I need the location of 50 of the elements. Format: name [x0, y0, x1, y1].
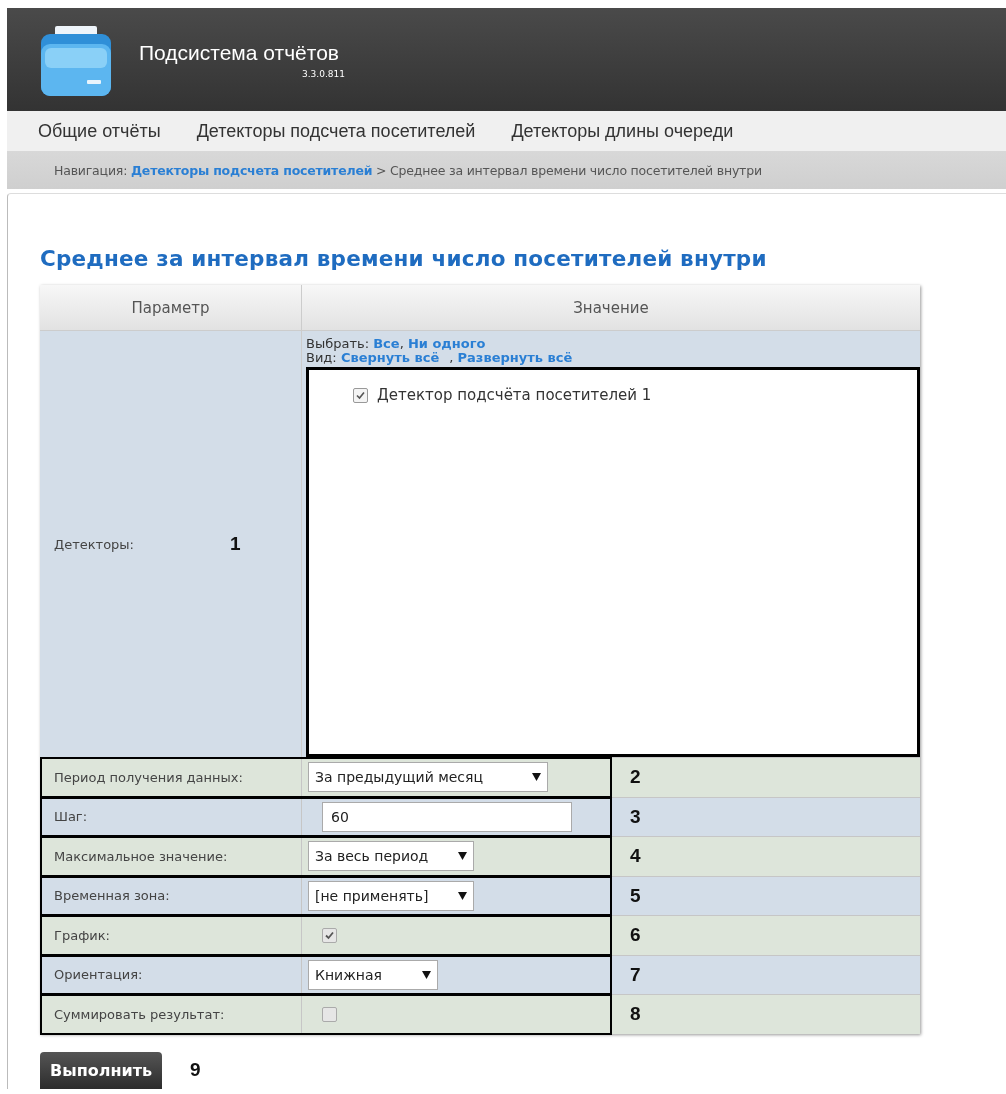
row-label: Ориентация: — [54, 967, 143, 983]
annotation-number: 1 — [230, 533, 241, 555]
caret-icon — [458, 891, 467, 900]
column-header: Значение — [572, 297, 650, 319]
input-field[interactable]: 60 — [322, 801, 572, 832]
row-label: Детекторы: — [54, 536, 134, 552]
dropdown[interactable]: [не применять] — [308, 880, 474, 911]
select-label: Выбрать: — [306, 336, 370, 351]
row-label: Максимальное значение: — [54, 848, 228, 864]
dropdown[interactable]: За предыдущий месяц — [308, 762, 548, 793]
dropdown-value: [не применять] — [315, 887, 429, 904]
annotation-number: 6 — [630, 924, 641, 947]
caret-icon — [532, 773, 541, 782]
checkbox[interactable] — [322, 927, 337, 943]
breadcrumb: Навигация: Детекторы подсчета посетителей > Среднее за интервал времени число посетителей внутри — [54, 162, 762, 178]
row-label: Шаг: — [54, 809, 88, 825]
app-version: 3.3.0.811 — [302, 68, 345, 79]
annotation-number: 9 — [190, 1059, 201, 1081]
annotation-number: 8 — [630, 1003, 641, 1026]
run-button[interactable]: Выполнить — [40, 1051, 163, 1089]
separator: , — [449, 350, 454, 365]
page-title: Среднее за интервал времени число посетителей внутри — [40, 246, 768, 271]
annotation-number: 7 — [630, 963, 641, 986]
annotation-number: 2 — [630, 766, 641, 789]
dropdown-value: За весь период — [315, 848, 429, 865]
menu-item[interactable]: Общие отчёты — [38, 120, 161, 142]
annotation-number: 4 — [630, 845, 641, 868]
menu-item[interactable]: Детекторы длины очереди — [511, 120, 734, 142]
caret-icon — [422, 970, 431, 979]
dropdown[interactable]: Книжная — [308, 959, 438, 990]
checkmark-icon — [355, 389, 366, 401]
checkmark-icon — [324, 929, 335, 941]
detector-label: Детектор подсчёта посетителей 1 — [377, 386, 652, 404]
annotation-number: 3 — [630, 805, 641, 828]
row-label: Суммировать результат: — [54, 1006, 225, 1022]
column-header: Параметр — [40, 285, 302, 330]
view-label: Вид: — [306, 350, 337, 365]
annotation-number: 5 — [630, 884, 641, 907]
app-title: Подсистема отчётов — [139, 40, 339, 65]
checkbox[interactable] — [322, 1006, 337, 1022]
separator: , — [399, 336, 404, 351]
dropdown-value: Книжная — [315, 966, 382, 983]
row-label: Временная зона: — [54, 888, 170, 904]
menu-item[interactable]: Детекторы подсчета посетителей — [196, 120, 476, 142]
caret-icon — [458, 852, 467, 861]
dropdown[interactable]: За весь период — [308, 841, 474, 872]
checkbox[interactable] — [353, 387, 368, 403]
row-label: Период получения данных: — [54, 769, 243, 785]
dropdown-value: За предыдущий месяц — [315, 769, 483, 786]
row-label: График: — [54, 927, 110, 943]
